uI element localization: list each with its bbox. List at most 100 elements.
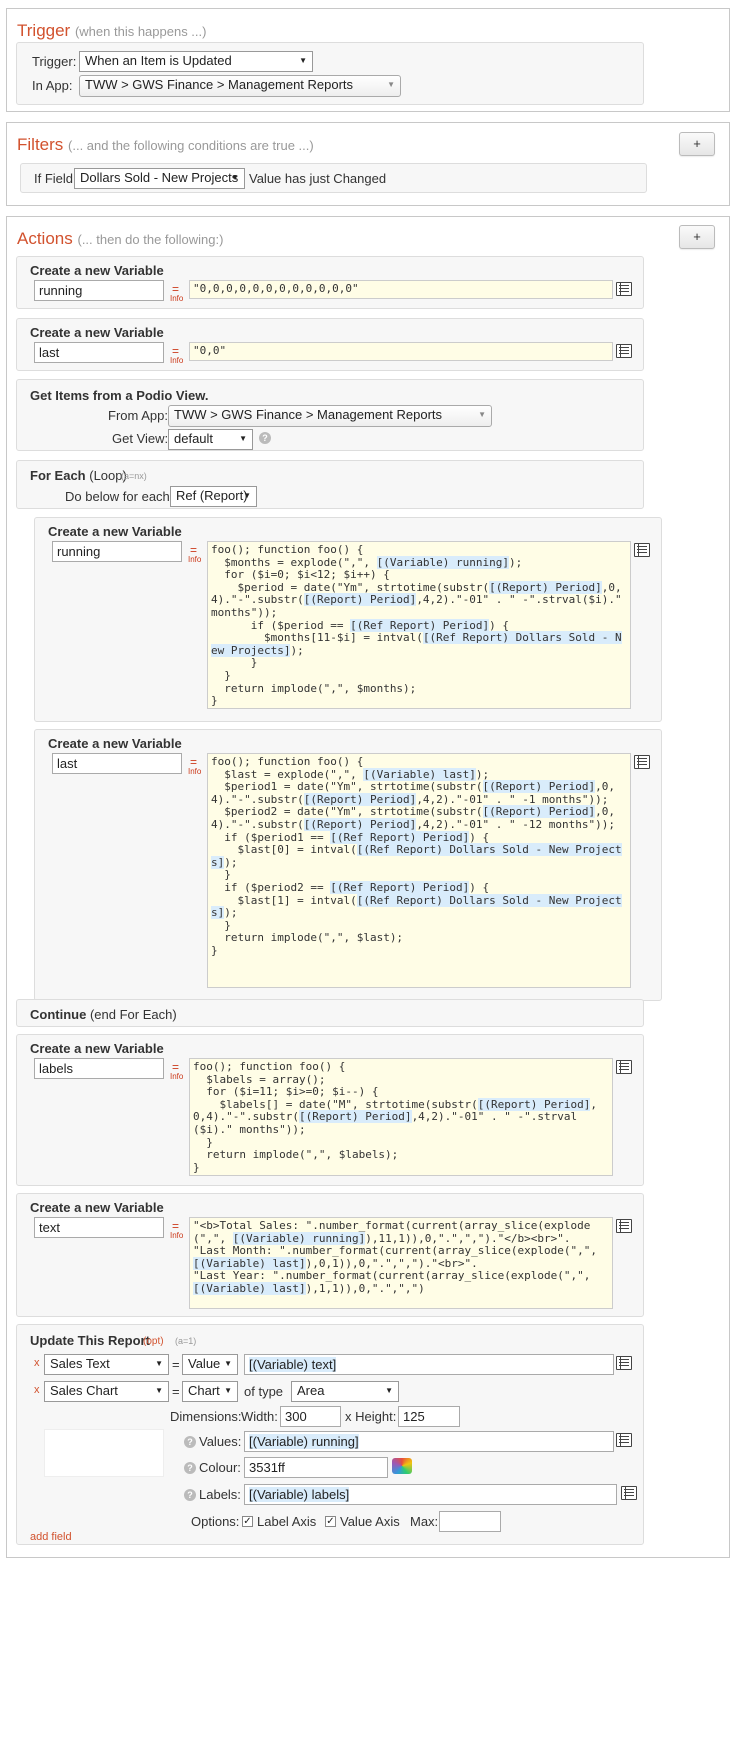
variable-value-editor[interactable]: foo(); function foo() { $last = explode(…	[207, 753, 631, 988]
from-app-select[interactable]: TWW > GWS Finance > Management Reports	[168, 405, 492, 427]
help-icon[interactable]: ?	[184, 1489, 196, 1501]
width-label: Width:	[241, 1409, 278, 1424]
in-app-label: In App:	[32, 78, 73, 93]
update-mode-select[interactable]: Chart	[182, 1381, 238, 1402]
colour-picker-icon[interactable]	[392, 1458, 412, 1474]
add-filter-button[interactable]: +	[679, 132, 715, 156]
action-create-variable-text: Create a new Variable text = Info "<b>To…	[16, 1193, 644, 1317]
action-create-variable-last-loop: Create a new Variable last = Info foo();…	[34, 729, 662, 1001]
action-title: Continue (end For Each)	[30, 1007, 177, 1022]
info-link[interactable]: Info	[170, 1231, 183, 1240]
action-title: Create a new Variable	[48, 736, 182, 751]
variable-value-editor[interactable]: foo(); function foo() { $months = explod…	[207, 541, 631, 709]
template-picker-icon[interactable]	[616, 344, 632, 358]
help-icon[interactable]: ?	[184, 1462, 196, 1474]
info-link[interactable]: Info	[170, 356, 183, 365]
variable-name-input[interactable]: running	[34, 280, 164, 301]
template-picker-icon[interactable]	[616, 1219, 632, 1233]
trigger-title: Trigger (when this happens ...)	[17, 21, 207, 40]
template-picker-icon[interactable]	[616, 1433, 632, 1447]
chart-values-input[interactable]: [(Variable) running]	[244, 1431, 614, 1452]
colour-label: Colour:	[199, 1460, 241, 1475]
label-axis-label: Label Axis	[257, 1514, 317, 1529]
colour-input[interactable]: 3531ff	[244, 1457, 388, 1478]
in-app-select[interactable]: TWW > GWS Finance > Management Reports	[79, 75, 401, 97]
width-input[interactable]: 300	[280, 1406, 341, 1427]
variable-value-editor[interactable]: "0,0,0,0,0,0,0,0,0,0,0,0"	[189, 280, 613, 299]
equals-label: =	[172, 1384, 180, 1399]
action-create-variable-running-loop: Create a new Variable running = Info foo…	[34, 517, 662, 722]
label-axis-checkbox[interactable]: ✓	[242, 1516, 253, 1527]
trigger-select[interactable]: When an Item is Updated	[79, 51, 313, 72]
equals-label: =	[172, 1357, 180, 1372]
optional-marker: (opt)	[143, 1336, 164, 1347]
action-title: Create a new Variable	[48, 524, 182, 539]
variable-value-editor[interactable]: "0,0"	[189, 342, 613, 361]
value-axis-checkbox[interactable]: ✓	[325, 1516, 336, 1527]
info-link[interactable]: Info	[188, 767, 201, 776]
variable-name-input[interactable]: running	[52, 541, 182, 562]
update-note: (a=1)	[175, 1336, 197, 1346]
options-label: Options:	[191, 1514, 240, 1529]
variable-name-input[interactable]: labels	[34, 1058, 164, 1079]
update-value-input[interactable]: [(Variable) text]	[244, 1354, 614, 1375]
if-field-label: If Field	[34, 171, 74, 186]
action-create-variable-labels: Create a new Variable labels = Info foo(…	[16, 1034, 644, 1186]
variable-name-input[interactable]: last	[52, 753, 182, 774]
action-title: Update This Report	[30, 1333, 150, 1348]
update-field-select[interactable]: Sales Chart	[44, 1381, 169, 1402]
variable-value-editor[interactable]: foo(); function foo() { $labels = array(…	[189, 1058, 613, 1176]
info-link[interactable]: Info	[170, 294, 183, 303]
max-input[interactable]	[439, 1511, 501, 1532]
variable-name-input[interactable]: text	[34, 1217, 164, 1238]
get-view-select[interactable]: default	[168, 429, 253, 450]
info-link[interactable]: Info	[188, 555, 201, 564]
actions-section: Actions (... then do the following:) + C…	[6, 216, 730, 1558]
template-picker-icon[interactable]	[634, 755, 650, 769]
chart-preview	[44, 1429, 164, 1477]
filters-title: Filters (... and the following condition…	[17, 135, 314, 154]
foreach-note: (a=nx)	[121, 471, 147, 481]
update-mode-select[interactable]: Value	[182, 1354, 238, 1375]
template-picker-icon[interactable]	[616, 282, 632, 296]
remove-field-icon[interactable]: x	[34, 1357, 40, 1369]
max-label: Max:	[410, 1514, 439, 1529]
action-create-variable-last: Create a new Variable last = Info "0,0"	[16, 318, 644, 371]
variable-name-input[interactable]: last	[34, 342, 164, 363]
actions-title: Actions (... then do the following:)	[17, 229, 224, 248]
action-for-each: For Each (Loop) (a=nx) Do below for each…	[16, 460, 644, 509]
action-title: Create a new Variable	[30, 325, 164, 340]
info-link[interactable]: Info	[170, 1072, 183, 1081]
of-type-label: of type	[244, 1384, 284, 1399]
help-icon[interactable]: ?	[184, 1436, 196, 1448]
update-field-select[interactable]: Sales Text	[44, 1354, 169, 1375]
height-label: x Height:	[345, 1409, 397, 1424]
dimensions-label: Dimensions:	[170, 1409, 242, 1424]
action-title: Create a new Variable	[30, 1041, 164, 1056]
template-picker-icon[interactable]	[621, 1486, 637, 1500]
height-input[interactable]: 125	[398, 1406, 460, 1427]
add-action-button[interactable]: +	[679, 225, 715, 249]
template-picker-icon[interactable]	[616, 1060, 632, 1074]
trigger-label: Trigger:	[32, 54, 77, 69]
variable-value-editor[interactable]: "<b>Total Sales: ".number_format(current…	[189, 1217, 613, 1309]
help-icon[interactable]: ?	[259, 432, 271, 444]
template-picker-icon[interactable]	[616, 1356, 632, 1370]
value-axis-label: Value Axis	[340, 1514, 400, 1529]
labels-label: Labels:	[199, 1487, 241, 1502]
filters-section: Filters (... and the following condition…	[6, 122, 730, 206]
trigger-section: Trigger (when this happens ...) Trigger:…	[6, 8, 730, 112]
template-picker-icon[interactable]	[634, 543, 650, 557]
action-title: Create a new Variable	[30, 263, 164, 278]
do-below-select[interactable]: Ref (Report)	[170, 486, 257, 507]
chart-labels-input[interactable]: [(Variable) labels]	[244, 1484, 617, 1505]
action-title: For Each (Loop)	[30, 468, 127, 483]
action-title: Create a new Variable	[30, 1200, 164, 1215]
chart-type-select[interactable]: Area	[291, 1381, 399, 1402]
remove-field-icon[interactable]: x	[34, 1384, 40, 1396]
from-app-label: From App:	[108, 408, 168, 423]
add-field-link[interactable]: add field	[30, 1531, 72, 1543]
filter-condition-label: Value has just Changed	[249, 171, 387, 186]
filter-field-select[interactable]: Dollars Sold - New Projects	[74, 168, 245, 189]
action-update-report: Update This Report (opt) (a=1) x Sales T…	[16, 1324, 644, 1545]
